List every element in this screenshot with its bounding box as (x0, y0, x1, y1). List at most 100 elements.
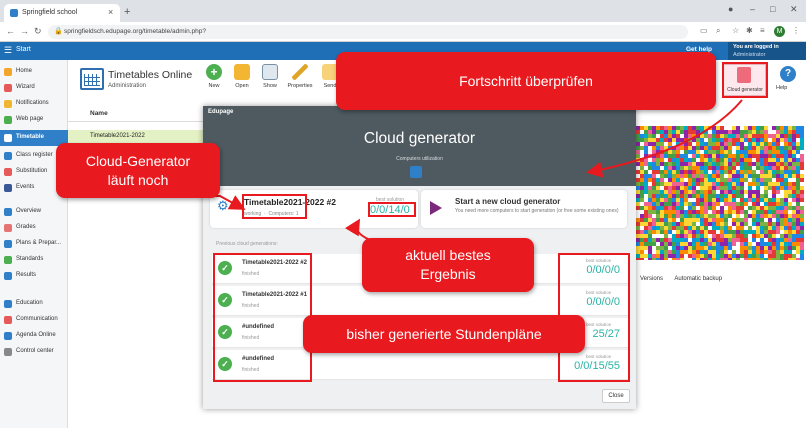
close-button[interactable]: Close (602, 389, 630, 403)
mosaic-cell (664, 210, 668, 214)
window-close-icon[interactable]: ✕ (790, 4, 798, 15)
sidebar-item[interactable]: Web page (0, 112, 68, 128)
mosaic-cell (780, 190, 784, 194)
more-menu-icon[interactable]: ⋮ (792, 26, 800, 35)
sidebar-item[interactable]: Notifications (0, 96, 68, 112)
mosaic-cell (664, 230, 668, 234)
reading-list-icon[interactable]: ≡ (760, 26, 765, 35)
record-icon[interactable]: ● (728, 4, 733, 14)
mosaic-cell (688, 142, 692, 146)
mosaic-cell (684, 226, 688, 230)
mosaic-cell (744, 150, 748, 154)
mosaic-cell (740, 142, 744, 146)
minimize-icon[interactable]: – (750, 4, 755, 14)
mosaic-cell (744, 222, 748, 226)
mosaic-cell (660, 258, 664, 260)
mosaic-cell (776, 226, 780, 230)
mosaic-cell (764, 214, 768, 218)
list-item[interactable]: Timetable2021-2022 (68, 130, 208, 144)
sidebar-item[interactable]: Education (0, 296, 68, 312)
close-icon[interactable]: × (108, 7, 113, 17)
new-button[interactable]: + New (200, 64, 228, 92)
mosaic-cell (752, 170, 756, 174)
mosaic-cell (740, 190, 744, 194)
mosaic-cell (784, 242, 788, 246)
logged-in-box[interactable]: You are logged in Administrator (728, 42, 806, 60)
browser-tab[interactable]: Springfield school × (4, 4, 120, 22)
profile-avatar[interactable]: M (774, 26, 785, 37)
mosaic-cell (736, 166, 740, 170)
back-icon[interactable]: ← (6, 26, 15, 36)
tab-automatic-backup[interactable]: Automatic backup (674, 276, 722, 282)
mosaic-cell (640, 146, 644, 150)
timetables-subtitle: Administration (108, 83, 147, 89)
sidebar-item[interactable]: Overview (0, 204, 68, 220)
mosaic-cell (740, 130, 744, 134)
mosaic-cell (640, 126, 644, 130)
mosaic-cell (788, 190, 792, 194)
mosaic-cell (660, 202, 664, 206)
mosaic-cell (712, 254, 716, 258)
address-bar[interactable]: 🔒 springfieldsch.edupage.org/timetable/a… (48, 25, 688, 39)
mosaic-cell (756, 246, 760, 250)
cast-icon[interactable]: ▭ (700, 26, 708, 35)
open-button[interactable]: Open (228, 64, 256, 92)
properties-button[interactable]: Properties (286, 64, 314, 92)
mosaic-cell (752, 234, 756, 238)
mosaic-cell (668, 230, 672, 234)
zoom-icon[interactable]: ⌕ (716, 26, 720, 36)
star-icon[interactable]: ☆ (732, 26, 739, 35)
mosaic-cell (768, 218, 772, 222)
sidebar-item[interactable]: Control center (0, 344, 68, 360)
mosaic-cell (720, 130, 724, 134)
mosaic-cell (688, 258, 692, 260)
mosaic-cell (756, 138, 760, 142)
mosaic-cell (696, 158, 700, 162)
mosaic-cell (664, 254, 668, 258)
mosaic-cell (640, 186, 644, 190)
mosaic-cell (744, 166, 748, 170)
sidebar-item[interactable]: Home (0, 64, 68, 80)
mosaic-cell (764, 250, 768, 254)
mosaic-cell (784, 238, 788, 242)
forward-icon[interactable]: → (20, 26, 29, 36)
mosaic-cell (660, 218, 664, 222)
mosaic-cell (688, 198, 692, 202)
sidebar-item[interactable]: Wizard (0, 80, 68, 96)
sidebar-item[interactable]: Plans & Prepar... (0, 236, 68, 252)
extensions-icon[interactable]: ✱ (746, 26, 753, 35)
help-button[interactable]: ? Help (774, 64, 802, 94)
mosaic-cell (704, 242, 708, 246)
mosaic-cell (780, 202, 784, 206)
sidebar-item[interactable]: Results (0, 268, 68, 284)
reload-icon[interactable]: ↻ (34, 26, 42, 37)
mosaic-cell (724, 206, 728, 210)
mosaic-cell (656, 202, 660, 206)
new-tab-button[interactable]: + (124, 6, 130, 18)
sidebar-item-icon (4, 332, 12, 340)
mosaic-cell (780, 222, 784, 226)
sidebar-item[interactable]: Standards (0, 252, 68, 268)
mosaic-cell (724, 242, 728, 246)
mosaic-cell (680, 226, 684, 230)
sidebar-item[interactable]: Grades (0, 220, 68, 236)
mosaic-cell (756, 218, 760, 222)
mosaic-cell (776, 206, 780, 210)
mosaic-cell (684, 218, 688, 222)
maximize-icon[interactable]: □ (770, 4, 775, 14)
sidebar-item[interactable]: Communication (0, 312, 68, 328)
mosaic-cell (748, 222, 752, 226)
start-label[interactable]: Start (16, 46, 31, 53)
mosaic-cell (652, 222, 656, 226)
show-button[interactable]: Show (256, 64, 284, 92)
mosaic-cell (672, 182, 676, 186)
tab-versions[interactable]: Versions (640, 276, 663, 282)
sidebar-item[interactable]: Agenda Online (0, 328, 68, 344)
hamburger-menu-icon[interactable]: ☰ (4, 45, 12, 56)
mosaic-cell (732, 254, 736, 258)
sidebar-item[interactable]: Timetable (0, 130, 68, 146)
mosaic-cell (764, 174, 768, 178)
mosaic-cell (672, 238, 676, 242)
mosaic-cell (772, 254, 776, 258)
mosaic-cell (652, 230, 656, 234)
